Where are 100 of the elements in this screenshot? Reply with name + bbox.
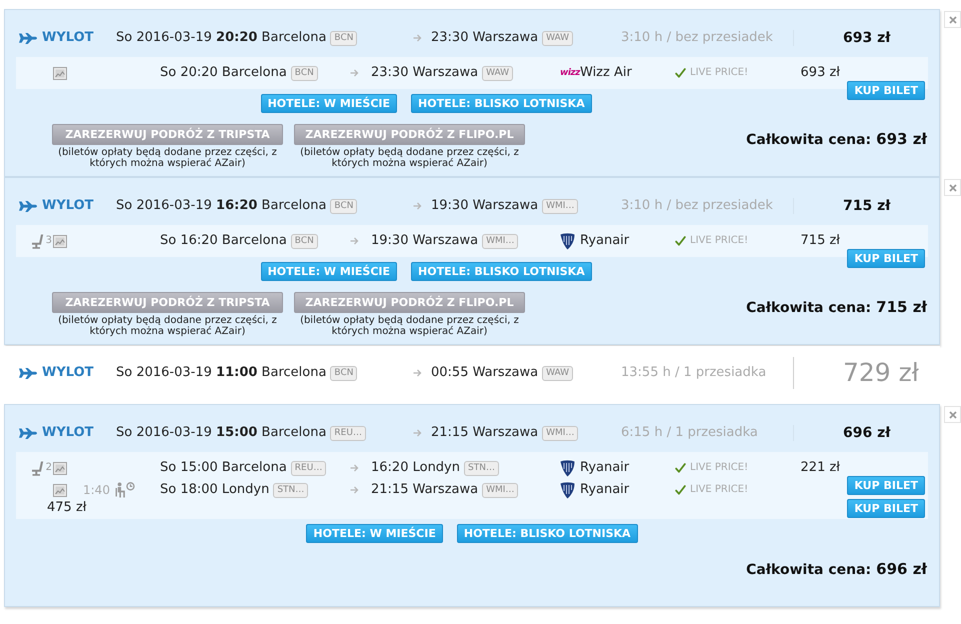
harp-icon bbox=[560, 460, 575, 476]
arrow-icon bbox=[350, 69, 359, 77]
live-price-label: LIVE PRICE! bbox=[690, 234, 750, 248]
airline-name: Ryanair bbox=[580, 481, 630, 499]
airplane-icon bbox=[19, 368, 37, 378]
booking-button[interactable]: ZAREZERWUJ PODRÓŻ Z FLIPO.PL bbox=[294, 292, 525, 313]
airline-name: Ryanair bbox=[580, 459, 630, 477]
buy-button[interactable]: KUP BILET bbox=[847, 249, 925, 268]
trip-label: WYLOT bbox=[42, 29, 94, 47]
price-text: 715 zł bbox=[843, 197, 890, 216]
arrival-text: 21:15 Warszawa bbox=[431, 424, 538, 442]
segment-price: 715 zł bbox=[800, 232, 840, 250]
check-icon bbox=[675, 463, 686, 473]
arrival-text: 23:30 Warszawa bbox=[431, 29, 538, 47]
segment-price: 221 zł bbox=[800, 459, 840, 477]
departure-text: So 18:00 Londyn bbox=[160, 481, 270, 499]
departure-text: So 2016-03-19 20:20 Barcelona bbox=[116, 29, 326, 47]
close-button[interactable] bbox=[944, 406, 961, 423]
hotel-button[interactable]: HOTELE: W MIEŚCIE bbox=[260, 94, 398, 113]
buy-button[interactable]: KUP BILET bbox=[847, 499, 925, 518]
airport-code: BCN bbox=[330, 198, 358, 214]
booking-button[interactable]: ZAREZERWUJ PODRÓŻ Z TRIPSTA bbox=[52, 124, 283, 145]
departure-text: So 16:20 Barcelona bbox=[160, 232, 287, 250]
airline-name: Ryanair bbox=[580, 232, 630, 250]
airport-code: REU… bbox=[330, 426, 366, 440]
duration-text: 13:55 h / 1 przesiadka bbox=[621, 364, 768, 382]
airport-code: STN… bbox=[464, 460, 499, 476]
hotel-button[interactable]: HOTELE: W MIEŚCIE bbox=[260, 262, 398, 281]
departure-text: So 20:20 Barcelona bbox=[160, 64, 287, 82]
price-text: 696 zł bbox=[843, 424, 890, 443]
layover-time: 1:40 bbox=[83, 482, 110, 499]
airport-code: WAW bbox=[542, 30, 574, 46]
segment-price: 693 zł bbox=[800, 64, 840, 82]
total-price: 715 zł bbox=[876, 298, 927, 316]
close-button[interactable] bbox=[944, 179, 961, 196]
hotel-button[interactable]: HOTELE: BLISKO LOTNISKA bbox=[456, 524, 638, 543]
departure-text: So 2016-03-19 15:00 Barcelona bbox=[116, 424, 326, 442]
total-label: Całkowita cena: bbox=[746, 132, 872, 148]
segment-price: 475 zł bbox=[46, 501, 88, 514]
arrival-text: 23:30 Warszawa bbox=[371, 64, 478, 82]
airport-code: BCN bbox=[290, 234, 318, 248]
seat-icon bbox=[30, 460, 45, 476]
image-icon bbox=[53, 66, 67, 80]
live-price-label: LIVE PRICE! bbox=[690, 461, 750, 475]
airport-code: WMI… bbox=[542, 426, 578, 440]
arrival-text: 00:55 Warszawa bbox=[431, 364, 538, 382]
arrival-text: 16:20 Londyn bbox=[371, 459, 460, 477]
airport-code: BCN bbox=[290, 66, 318, 80]
price-text: 729 zł bbox=[843, 357, 919, 389]
total-label: Całkowita cena: bbox=[746, 562, 872, 578]
seat-icon bbox=[30, 234, 45, 248]
arrow-icon bbox=[413, 429, 422, 437]
airplane-icon bbox=[19, 32, 37, 44]
harp-icon bbox=[560, 482, 575, 498]
airport-code: STN… bbox=[273, 482, 308, 498]
check-icon bbox=[675, 236, 686, 246]
airline-name: Wizz Air bbox=[580, 64, 633, 82]
departure-text: So 15:00 Barcelona bbox=[160, 459, 287, 477]
duration-text: 6:15 h / 1 przesiadka bbox=[621, 424, 759, 442]
booking-note: (biletów opłaty będą dodane przez części, z których można wspierać AZair) bbox=[299, 147, 520, 169]
trip-label: WYLOT bbox=[42, 424, 94, 442]
hotel-button[interactable]: HOTELE: BLISKO LOTNISKA bbox=[411, 94, 592, 113]
buy-button[interactable]: KUP BILET bbox=[847, 476, 925, 495]
airport-code: WMI… bbox=[482, 234, 518, 248]
arrow-icon bbox=[413, 202, 422, 210]
image-icon bbox=[53, 462, 67, 474]
buy-button[interactable]: KUP BILET bbox=[847, 81, 925, 100]
duration-text: 3:10 h / bez przesiadek bbox=[621, 29, 774, 47]
image-icon bbox=[53, 484, 67, 496]
arrow-icon bbox=[413, 34, 422, 42]
arrival-text: 19:30 Warszawa bbox=[431, 197, 538, 215]
airport-code: WAW bbox=[482, 66, 514, 80]
total-price: 693 zł bbox=[876, 130, 927, 148]
waiting-person-icon bbox=[114, 482, 135, 498]
departure-text: So 2016-03-19 11:00 Barcelona bbox=[116, 364, 326, 382]
check-icon bbox=[675, 485, 686, 495]
booking-note: (biletów opłaty będą dodane przez części, z których można wspierać AZair) bbox=[299, 315, 520, 337]
booking-button[interactable]: ZAREZERWUJ PODRÓŻ Z TRIPSTA bbox=[52, 292, 283, 313]
departure-text: So 2016-03-19 16:20 Barcelona bbox=[116, 197, 326, 215]
close-icon bbox=[948, 184, 956, 192]
airport-code: WAW bbox=[542, 366, 574, 380]
live-price-label: LIVE PRICE! bbox=[690, 483, 750, 497]
seats-count: 3 bbox=[46, 234, 52, 248]
airline-logo: wizz bbox=[560, 68, 580, 78]
hotel-button[interactable]: HOTELE: BLISKO LOTNISKA bbox=[411, 262, 592, 281]
booking-button[interactable]: ZAREZERWUJ PODRÓŻ Z FLIPO.PL bbox=[294, 124, 525, 145]
airplane-icon bbox=[19, 428, 37, 438]
hotel-button[interactable]: HOTELE: W MIEŚCIE bbox=[306, 524, 443, 543]
booking-note: (biletów opłaty będą dodane przez części, z których można wspierać AZair) bbox=[57, 147, 278, 169]
airport-code: WMI… bbox=[482, 482, 518, 498]
total-price: 696 zł bbox=[876, 560, 927, 578]
trip-label: WYLOT bbox=[42, 364, 94, 382]
arrival-text: 19:30 Warszawa bbox=[371, 232, 478, 250]
close-button[interactable] bbox=[944, 11, 961, 28]
trip-label: WYLOT bbox=[42, 197, 94, 215]
arrow-icon bbox=[413, 369, 422, 377]
airport-code: BCN bbox=[330, 366, 358, 380]
check-icon bbox=[675, 68, 686, 78]
booking-note: (biletów opłaty będą dodane przez części, z których można wspierać AZair) bbox=[57, 315, 278, 337]
arrival-text: 21:15 Warszawa bbox=[371, 481, 478, 499]
